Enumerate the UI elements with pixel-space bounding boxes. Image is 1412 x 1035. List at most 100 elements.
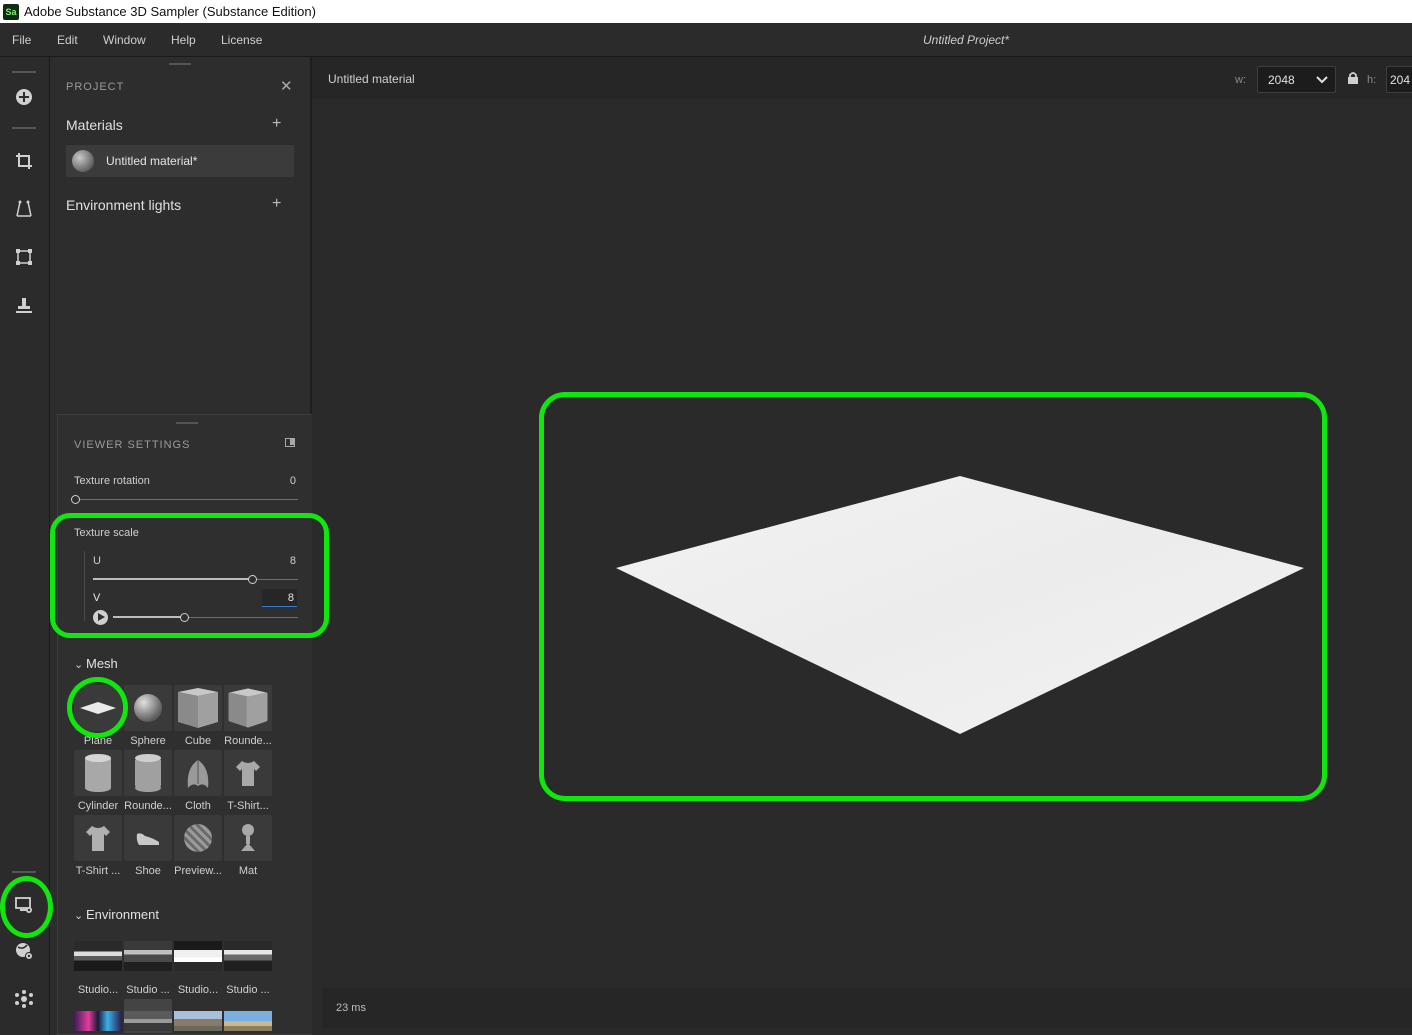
toolbar-divider <box>12 71 36 73</box>
rounded-cube-icon <box>224 685 272 731</box>
environment-tile[interactable] <box>74 1001 122 1031</box>
mesh-label: Sphere <box>130 735 166 747</box>
mesh-label: Cylinder <box>77 800 119 812</box>
environment-title[interactable]: Environment <box>86 907 159 922</box>
sphere-icon <box>124 685 172 731</box>
plugins-icon[interactable] <box>12 987 36 1011</box>
panel-grip[interactable] <box>169 63 191 65</box>
crop-icon[interactable] <box>12 149 36 173</box>
mesh-tile-tshirt-2[interactable]: T-Shirt ... <box>74 815 122 877</box>
menu-help[interactable]: Help <box>171 33 196 47</box>
mat-icon <box>224 815 272 861</box>
environment-tile[interactable]: Studio... <box>174 935 222 996</box>
toolbar-divider <box>12 871 36 873</box>
project-header: PROJECT <box>66 81 125 93</box>
menu-file[interactable]: File <box>12 33 31 47</box>
menu-bar: File Edit Window Help License Untitled P… <box>0 23 1412 57</box>
cloth-icon <box>174 750 222 796</box>
texture-rotation-thumb[interactable] <box>71 495 80 504</box>
chevron-down-icon <box>1316 76 1328 84</box>
environment-tile[interactable]: Studio ... <box>224 935 272 996</box>
environment-tile[interactable] <box>174 1001 222 1031</box>
environment-tile[interactable] <box>224 1001 272 1031</box>
environment-thumbnail <box>174 941 222 971</box>
environment-collapse-icon[interactable]: ⌄ <box>74 909 83 922</box>
menu-license[interactable]: License <box>221 33 262 47</box>
mesh-title[interactable]: Mesh <box>86 656 118 671</box>
environment-thumbnail <box>174 1011 222 1031</box>
close-icon[interactable]: ✕ <box>280 77 293 95</box>
texture-rotation-label: Texture rotation <box>74 475 150 487</box>
add-material-icon[interactable]: + <box>272 115 281 133</box>
mesh-label: T-Shirt ... <box>75 865 121 877</box>
width-label: w: <box>1235 74 1246 86</box>
mesh-tile-rounded-cube[interactable]: Rounde... <box>224 685 272 747</box>
environment-thumbnail <box>224 1011 272 1031</box>
mesh-label: Mat <box>238 865 258 877</box>
stamp-icon[interactable] <box>12 293 36 317</box>
width-select[interactable]: 2048 <box>1257 66 1336 93</box>
menu-edit[interactable]: Edit <box>57 33 78 47</box>
dock-panel-icon[interactable] <box>285 438 295 447</box>
cylinder-icon <box>74 750 122 796</box>
environment-thumbnail <box>74 941 122 971</box>
mesh-tile-cloth[interactable]: Cloth <box>174 750 222 812</box>
mesh-tile-mat[interactable]: Mat <box>224 815 272 877</box>
lock-icon[interactable] <box>1347 71 1359 84</box>
material-settings-icon[interactable] <box>12 939 36 963</box>
window-title: Adobe Substance 3D Sampler (Substance Ed… <box>24 4 316 19</box>
title-bar: Sa Adobe Substance 3D Sampler (Substance… <box>0 0 1412 23</box>
mesh-tile-shoe[interactable]: Shoe <box>124 815 172 877</box>
perspective-icon[interactable] <box>12 197 36 221</box>
width-value: 2048 <box>1268 73 1295 87</box>
environment-label: Studio ... <box>126 984 170 996</box>
panel-grip[interactable] <box>176 422 198 424</box>
texture-rotation-slider[interactable] <box>76 499 298 500</box>
mesh-tile-tshirt[interactable]: T-Shirt... <box>224 750 272 812</box>
tshirt-icon <box>74 815 122 861</box>
environment-thumbnail <box>124 1011 172 1031</box>
project-title: Untitled Project* <box>923 33 1010 47</box>
texture-scale-highlight-annotation <box>50 513 329 638</box>
height-value: 204 <box>1390 73 1411 87</box>
mesh-tile-rounded-cylinder[interactable]: Rounde... <box>124 750 172 812</box>
environment-tile[interactable] <box>124 999 172 1033</box>
height-label: h: <box>1367 74 1377 86</box>
preview-sphere-icon <box>174 815 222 861</box>
rounded-cylinder-icon <box>124 750 172 796</box>
material-list-item[interactable]: Untitled material* <box>66 145 294 177</box>
mesh-label: Cube <box>184 735 212 747</box>
status-bar: 23 ms <box>322 988 1412 1028</box>
menu-window[interactable]: Window <box>103 33 146 47</box>
mesh-tile-cube[interactable]: Cube <box>174 685 222 747</box>
environment-label: Studio... <box>77 984 119 996</box>
viewer-settings-highlight-annotation <box>0 876 53 938</box>
add-icon[interactable] <box>12 85 36 109</box>
mesh-label: Rounde... <box>124 800 172 812</box>
environment-thumbnail <box>74 1011 122 1031</box>
plane-highlight-annotation <box>67 677 128 738</box>
mesh-tile-sphere[interactable]: Sphere <box>124 685 172 747</box>
environment-tile[interactable]: Studio... <box>74 935 122 996</box>
environment-thumbnail <box>124 941 172 971</box>
materials-title: Materials <box>66 117 123 133</box>
tshirt-icon <box>224 750 272 796</box>
mesh-collapse-icon[interactable]: ⌄ <box>74 658 83 671</box>
texture-rotation-value[interactable]: 0 <box>258 475 296 487</box>
mesh-label: Rounde... <box>224 735 272 747</box>
mesh-tile-cylinder[interactable]: Cylinder <box>74 750 122 812</box>
cube-icon <box>174 685 222 731</box>
environment-tile[interactable]: Studio ... <box>124 935 172 996</box>
environment-label: Studio... <box>177 984 219 996</box>
material-name: Untitled material <box>328 72 415 86</box>
environment-thumbnail <box>224 941 272 971</box>
viewer-settings-header: VIEWER SETTINGS <box>74 439 191 451</box>
transform-icon[interactable] <box>12 245 36 269</box>
add-environment-light-icon[interactable]: + <box>272 195 281 213</box>
mesh-tile-preview[interactable]: Preview... <box>174 815 222 877</box>
shoe-icon <box>124 815 172 861</box>
material-item-label: Untitled material* <box>106 154 198 168</box>
material-thumbnail <box>72 150 94 172</box>
height-select[interactable]: 204 <box>1386 66 1412 93</box>
mesh-label: Cloth <box>185 800 211 812</box>
